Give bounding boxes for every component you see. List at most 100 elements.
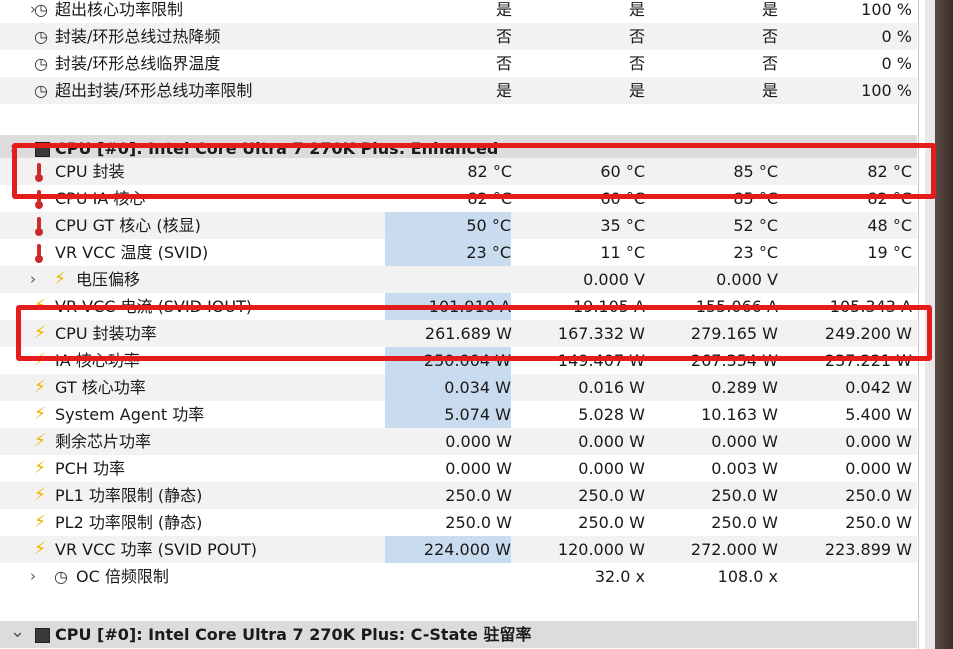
sensor-row[interactable] xyxy=(0,590,917,617)
avg-value: 5.400 W xyxy=(845,405,912,424)
cpu-chip-icon xyxy=(34,621,50,648)
sensor-row[interactable]: › ⚡ 电压偏移 0.000 V 0.000 V xyxy=(0,266,917,293)
max-value: 250.0 W xyxy=(711,513,778,532)
max-value: 23 °C xyxy=(733,243,778,262)
sensor-label: 剩余芯片功率 xyxy=(55,432,152,451)
lightning-icon: ⚡ xyxy=(34,404,46,424)
clock-icon: ◷ xyxy=(34,54,48,73)
avg-value: 0.042 W xyxy=(845,378,912,397)
avg-value xyxy=(792,266,912,293)
sensor-label: 封装/环形总线过热降频 xyxy=(55,27,221,46)
avg-value: 100 % xyxy=(861,81,912,100)
avg-value: 100 % xyxy=(861,0,912,19)
max-value: 是 xyxy=(761,81,778,100)
sensor-row[interactable]: ◷ 超出封装/环形总线功率限制 是 是 是 100 % xyxy=(0,77,917,104)
sensor-label: CPU GT 核心 (核显) xyxy=(55,216,201,235)
sensor-row[interactable]: ⚡ PL1 功率限制 (静态) 250.0 W 250.0 W 250.0 W 250.0… xyxy=(0,482,917,509)
clock-icon: ◷ xyxy=(34,0,48,19)
max-value xyxy=(658,590,778,617)
avg-value: 19 °C xyxy=(867,243,912,262)
sensor-row[interactable]: ◷ 封装/环形总线过热降频 否 否 否 0 % xyxy=(0,23,917,50)
min-value xyxy=(525,621,645,648)
sensor-row[interactable]: ⚡ PCH 功率 0.000 W 0.000 W 0.003 W 0.000 W xyxy=(0,455,917,482)
current-value: 250.0 W xyxy=(445,513,512,532)
clock-icon: ◷ xyxy=(54,567,68,586)
max-value: 0.000 V xyxy=(716,270,778,289)
lightning-icon: ⚡ xyxy=(34,512,46,532)
avg-value: 0.000 W xyxy=(845,432,912,451)
max-value: 10.163 W xyxy=(701,405,778,424)
highlight-box-cpu-package-temp xyxy=(12,143,936,199)
sensor-row[interactable] xyxy=(0,104,917,131)
highlight-box-cpu-package-power xyxy=(16,305,932,361)
expand-chevron-icon[interactable]: ⌄ xyxy=(10,621,26,648)
min-value: 是 xyxy=(628,81,645,100)
min-value: 0.000 V xyxy=(583,270,645,289)
max-value: 0.289 W xyxy=(711,378,778,397)
sensor-row[interactable]: CPU GT 核心 (核显) 50 °C 35 °C 52 °C 48 °C xyxy=(0,212,917,239)
sensor-label: PCH 功率 xyxy=(55,459,125,478)
lightning-icon: ⚡ xyxy=(34,458,46,478)
avg-value xyxy=(792,590,912,617)
current-value: 23 °C xyxy=(385,239,511,266)
min-value xyxy=(525,104,645,131)
min-value: 是 xyxy=(628,0,645,19)
min-value: 5.028 W xyxy=(578,405,645,424)
min-value: 32.0 x xyxy=(594,567,645,586)
min-value: 250.0 W xyxy=(578,513,645,532)
group-header-row[interactable]: ⌄ CPU [#0]: Intel Core Ultra 7 270K Plus:… xyxy=(0,621,917,648)
min-value: 0.000 W xyxy=(578,432,645,451)
avg-value xyxy=(792,104,912,131)
current-value: 是 xyxy=(495,0,512,19)
min-value: 否 xyxy=(628,54,645,73)
min-value: 0.016 W xyxy=(578,378,645,397)
sensor-row[interactable]: VR VCC 温度 (SVID) 23 °C 11 °C 23 °C 19 °C xyxy=(0,239,917,266)
sensor-row[interactable]: ⚡ System Agent 功率 5.074 W 5.028 W 10.163 W 5.… xyxy=(0,401,917,428)
sensor-row[interactable]: › ◷ 超出核心功率限制是是是 100 % xyxy=(0,0,917,23)
avg-value: 250.0 W xyxy=(845,486,912,505)
sensor-label: 超出封装/环形总线功率限制 xyxy=(55,81,253,100)
avg-value xyxy=(792,621,912,648)
lightning-icon: ⚡ xyxy=(34,431,46,451)
sensor-label: VR VCC 功率 (SVID POUT) xyxy=(55,540,258,559)
lightning-icon: ⚡ xyxy=(34,485,46,505)
min-value: 0.000 W xyxy=(578,459,645,478)
collapse-chevron-icon[interactable]: › xyxy=(30,563,46,590)
max-value: 272.000 W xyxy=(690,540,778,559)
sensor-label: PL1 功率限制 (静态) xyxy=(55,486,203,505)
min-value: 250.0 W xyxy=(578,486,645,505)
thermometer-icon xyxy=(34,212,50,239)
sensor-row[interactable]: ⚡ VR VCC 功率 (SVID POUT) 224.000 W 120.000 W… xyxy=(0,536,917,563)
sensor-label: 封装/环形总线临界温度 xyxy=(55,54,221,73)
thermometer-icon xyxy=(34,239,50,266)
max-value: 0.003 W xyxy=(711,459,778,478)
avg-value: 250.0 W xyxy=(845,513,912,532)
current-value xyxy=(392,590,512,617)
sensor-row[interactable]: › ◷ OC 倍频限制 32.0 x 108.0 x xyxy=(0,563,917,590)
current-value xyxy=(392,104,512,131)
min-value: 否 xyxy=(628,27,645,46)
sensor-row[interactable]: ⚡ PL2 功率限制 (静态) 250.0 W 250.0 W 250.0 W 250.0… xyxy=(0,509,917,536)
collapse-chevron-icon[interactable]: › xyxy=(30,266,46,293)
min-value: 120.000 W xyxy=(557,540,645,559)
sensor-label: 电压偏移 xyxy=(76,270,141,289)
current-value: 0.000 W xyxy=(445,459,512,478)
sensor-row[interactable]: ⚡ GT 核心功率 0.034 W 0.016 W 0.289 W 0.042 W xyxy=(0,374,917,401)
current-value xyxy=(392,563,512,590)
lightning-icon: ⚡ xyxy=(34,539,46,559)
current-value: 250.0 W xyxy=(445,486,512,505)
current-value xyxy=(392,266,512,293)
current-value: 否 xyxy=(495,54,512,73)
avg-value: 223.899 W xyxy=(824,540,912,559)
sensor-row[interactable]: ◷ 封装/环形总线临界温度 否 否 否 0 % xyxy=(0,50,917,77)
sensor-row[interactable]: ⚡ 剩余芯片功率 0.000 W 0.000 W 0.000 W 0.000 W xyxy=(0,428,917,455)
avg-value: 0.000 W xyxy=(845,459,912,478)
sensor-label: 超出核心功率限制 xyxy=(55,0,184,19)
current-value: 5.074 W xyxy=(385,401,511,428)
sensor-label: PL2 功率限制 (静态) xyxy=(55,513,203,532)
max-value: 否 xyxy=(761,27,778,46)
sensor-label: System Agent 功率 xyxy=(55,405,205,424)
current-value: 0.000 W xyxy=(445,432,512,451)
max-value: 否 xyxy=(761,54,778,73)
max-value xyxy=(658,104,778,131)
